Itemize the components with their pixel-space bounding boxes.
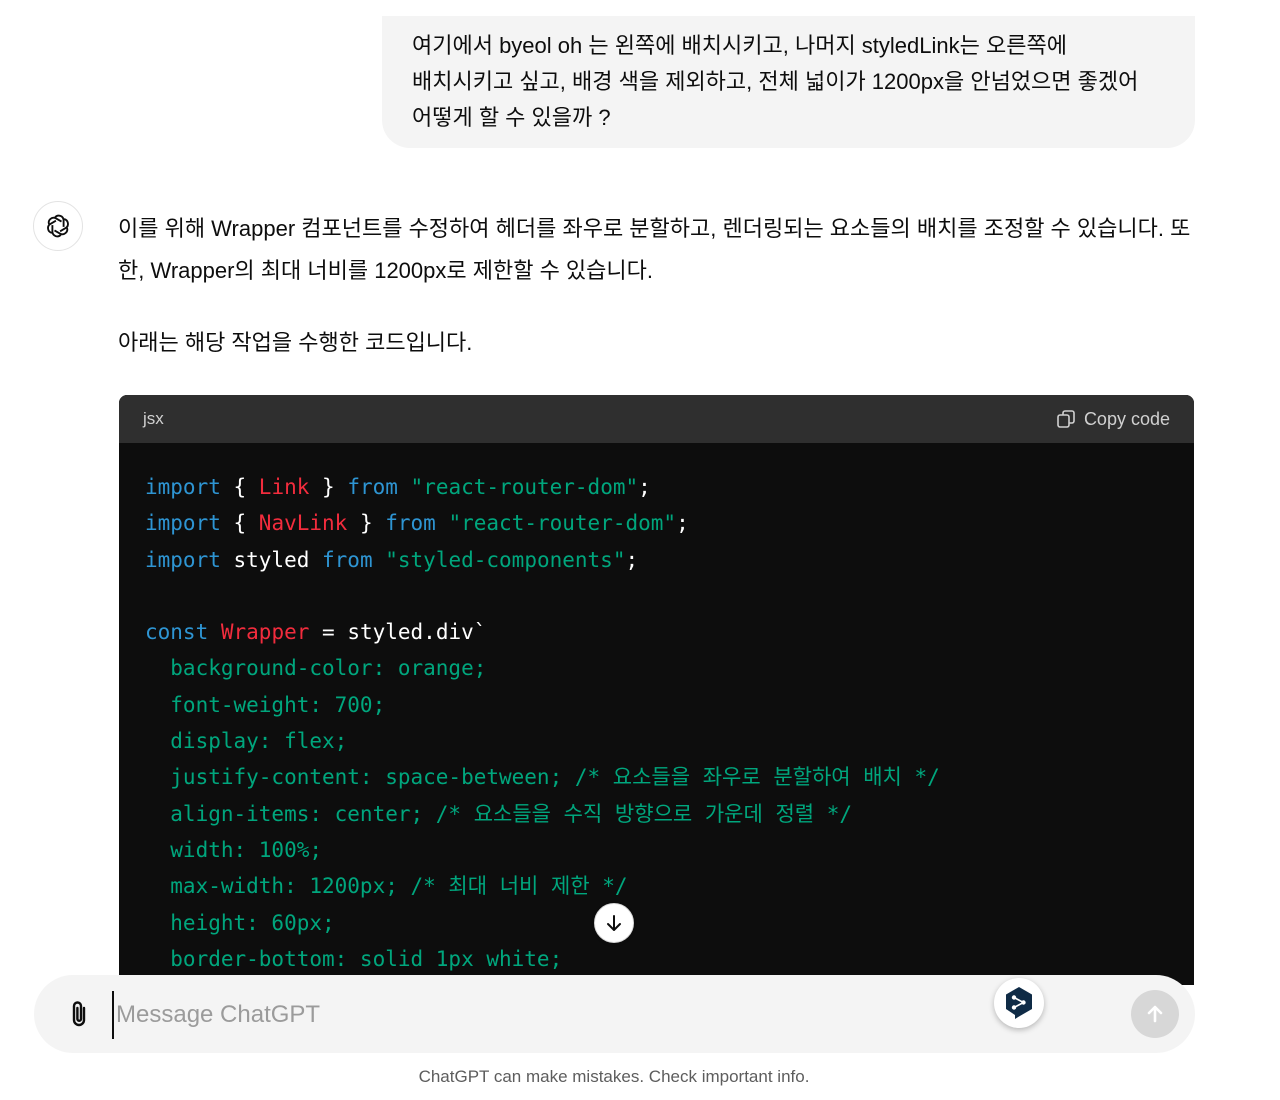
code-token: align-items: center; /* 요소들을 수직 방향으로 가운데…: [145, 801, 853, 826]
deepl-icon: [1006, 987, 1032, 1019]
code-line: justify-content: space-between; /* 요소들을 …: [145, 759, 1194, 795]
code-token: justify-content: space-between; /* 요소들을 …: [145, 765, 940, 790]
code-token: ;: [638, 475, 651, 499]
code-token: border-bottom: solid 1px white;: [145, 946, 563, 971]
disclaimer-text: ChatGPT can make mistakes. Check importa…: [418, 1067, 810, 1086]
code-token: import: [145, 475, 221, 499]
message-composer: [34, 975, 1195, 1053]
code-line: background-color: orange;: [145, 650, 1194, 686]
assistant-message: 이를 위해 Wrapper 컴포넌트를 수정하여 헤더를 좌우로 분할하고, 렌…: [118, 208, 1195, 364]
code-token: import: [145, 511, 221, 536]
arrow-down-icon: [607, 915, 621, 931]
code-line: width: 100%;: [145, 832, 1194, 868]
code-token: import: [145, 547, 221, 572]
code-line: border-bottom: solid 1px white;: [145, 941, 1194, 977]
code-token: font-weight: 700;: [145, 692, 386, 717]
code-block: jsx Copy code import { Link } from "reac…: [119, 395, 1194, 985]
assistant-paragraph: 아래는 해당 작업을 수행한 코드입니다.: [118, 330, 473, 355]
code-line: import { NavLink } from "react-router-do…: [145, 505, 1194, 541]
code-token: ;: [625, 547, 639, 572]
arrow-up-icon: [1147, 1005, 1163, 1023]
copy-icon: [1057, 410, 1075, 428]
assistant-paragraph: 이를 위해 Wrapper 컴포넌트를 수정하여 헤더를 좌우로 분할하고, 렌…: [118, 216, 1191, 283]
code-line: max-width: 1200px; /* 최대 너비 제한 */: [145, 868, 1194, 904]
code-token: NavLink: [258, 511, 348, 536]
code-token: Link: [258, 475, 310, 499]
openai-logo-icon: [47, 214, 69, 238]
code-language-label: jsx: [143, 409, 164, 428]
code-token: const: [145, 620, 209, 645]
deepl-button[interactable]: [994, 978, 1044, 1028]
code-token: = styled.div`: [309, 620, 487, 645]
assistant-avatar: [33, 201, 83, 251]
code-token: from: [385, 511, 436, 536]
code-token: background-color: orange;: [145, 656, 487, 681]
send-button[interactable]: [1131, 990, 1179, 1038]
message-input[interactable]: [112, 991, 958, 1039]
code-line: align-items: center; /* 요소들을 수직 방향으로 가운데…: [145, 796, 1194, 832]
code-token: }: [309, 475, 348, 499]
code-block-header: jsx Copy code: [119, 395, 1194, 443]
code-token: from: [322, 547, 373, 572]
code-content: import { Link } from "react-router-dom";…: [119, 443, 1194, 977]
code-token: from: [347, 475, 398, 499]
code-token: "styled-components": [385, 547, 626, 572]
user-message-bubble: 여기에서 byeol oh 는 왼쪽에 배치시키고, 나머지 styledLin…: [382, 16, 1195, 148]
code-line: height: 60px;: [145, 905, 1194, 941]
code-line: display: flex;: [145, 723, 1194, 759]
scroll-to-bottom-button[interactable]: [594, 903, 634, 943]
code-line: import styled from "styled-components";: [145, 542, 1194, 578]
paperclip-icon: [72, 1001, 86, 1027]
code-token: display: flex;: [145, 729, 348, 754]
code-token: "react-router-dom": [410, 475, 639, 499]
code-token: ;: [676, 511, 689, 536]
attach-button[interactable]: [60, 995, 98, 1033]
code-token: {: [220, 475, 259, 499]
code-line: import { Link } from "react-router-dom";: [145, 469, 1194, 505]
code-token: "react-router-dom": [448, 511, 677, 536]
copy-code-label: Copy code: [1083, 408, 1170, 429]
code-token: max-width: 1200px; /* 최대 너비 제한 */: [145, 874, 628, 899]
code-token: width: 100%;: [145, 837, 323, 862]
code-token: height: 60px;: [145, 910, 335, 935]
code-token: styled: [220, 547, 323, 572]
code-token: Wrapper: [220, 620, 310, 645]
code-token: {: [220, 511, 259, 536]
code-line: const Wrapper = styled.div`: [145, 614, 1194, 650]
user-message-text: 여기에서 byeol oh 는 왼쪽에 배치시키고, 나머지 styledLin…: [412, 33, 1139, 130]
code-line: font-weight: 700;: [145, 687, 1194, 723]
copy-code-button[interactable]: Copy code: [1056, 409, 1170, 430]
code-token: }: [347, 511, 386, 536]
